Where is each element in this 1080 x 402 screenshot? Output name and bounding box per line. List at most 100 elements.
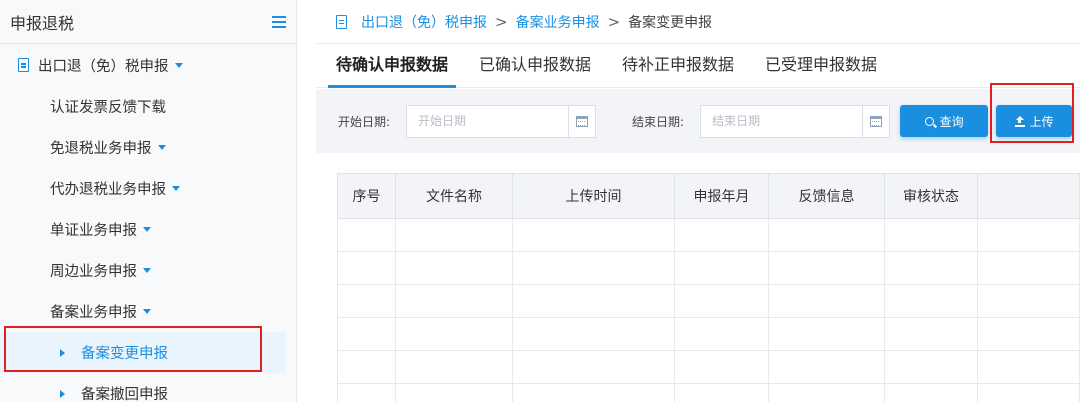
sidebar-item-filing-business[interactable]: 备案业务申报 bbox=[0, 291, 296, 332]
table-cell bbox=[337, 251, 396, 285]
table-cell bbox=[395, 317, 513, 351]
table-cell bbox=[884, 350, 978, 384]
table-cell bbox=[395, 218, 513, 252]
table-cell bbox=[977, 317, 1080, 351]
sidebar-item-label: 代办退税业务申报 bbox=[50, 182, 166, 198]
tab-bar: 待确认申报数据 已确认申报数据 待补正申报数据 已受理申报数据 bbox=[316, 44, 1080, 88]
table-cell bbox=[768, 218, 885, 252]
table-cell bbox=[512, 218, 675, 252]
table-cell bbox=[884, 284, 978, 318]
breadcrumb-separator: > bbox=[495, 12, 508, 31]
table-cell bbox=[977, 284, 1080, 318]
sidebar-item-exempt-refund[interactable]: 免退税业务申报 bbox=[0, 127, 296, 168]
main-content: 出口退（免）税申报 > 备案业务申报 > 备案变更申报 待确认申报数据 已确认申… bbox=[316, 0, 1080, 402]
calendar-icon[interactable] bbox=[568, 105, 595, 137]
sidebar-item-agent-refund[interactable]: 代办退税业务申报 bbox=[0, 168, 296, 209]
caret-down-icon bbox=[172, 186, 180, 191]
table-cell bbox=[512, 284, 675, 318]
data-table-wrapper: 序号 文件名称 上传时间 申报年月 反馈信息 审核状态 bbox=[337, 173, 1080, 402]
search-icon bbox=[924, 116, 934, 126]
table-cell bbox=[977, 251, 1080, 285]
caret-down-icon bbox=[143, 227, 151, 232]
table-cell bbox=[674, 350, 769, 384]
sidebar-item-label: 单证业务申报 bbox=[50, 223, 137, 239]
sidebar-item-peripheral-business[interactable]: 周边业务申报 bbox=[0, 250, 296, 291]
table-cell bbox=[674, 317, 769, 351]
sidebar-item-label: 备案业务申报 bbox=[50, 305, 137, 321]
tab-accepted[interactable]: 已受理申报数据 bbox=[763, 51, 879, 87]
table-cell bbox=[884, 218, 978, 252]
upload-icon bbox=[1014, 115, 1025, 127]
sidebar-item-label: 免退税业务申报 bbox=[50, 141, 152, 157]
caret-down-icon bbox=[157, 145, 166, 150]
sidebar-item-label: 认证发票反馈下载 bbox=[50, 100, 166, 116]
table-cell bbox=[768, 350, 885, 384]
table-cell bbox=[337, 218, 396, 252]
table-row bbox=[337, 218, 1080, 252]
sidebar-item-cert-invoice-download[interactable]: 认证发票反馈下载 bbox=[0, 86, 296, 127]
table-cell bbox=[884, 251, 978, 285]
table-body bbox=[337, 218, 1080, 402]
sidebar-subitem-label: 备案变更申报 bbox=[81, 346, 168, 362]
sidebar-header: 申报退税 bbox=[0, 0, 296, 44]
caret-down-icon bbox=[143, 309, 151, 314]
table-cell bbox=[977, 383, 1080, 402]
breadcrumb-current: 备案变更申报 bbox=[628, 14, 713, 31]
sidebar-item-document-business[interactable]: 单证业务申报 bbox=[0, 209, 296, 250]
table-row bbox=[337, 350, 1080, 384]
triangle-right-icon bbox=[60, 348, 65, 357]
calendar-icon[interactable] bbox=[862, 105, 889, 137]
search-button[interactable]: 查询 bbox=[900, 105, 989, 137]
sidebar-title: 申报退税 bbox=[10, 13, 75, 33]
document-icon bbox=[18, 58, 29, 72]
upload-button[interactable]: 上传 bbox=[996, 105, 1073, 137]
table-cell bbox=[337, 284, 396, 318]
table-cell bbox=[674, 383, 769, 402]
column-header-feedback: 反馈信息 bbox=[768, 173, 885, 219]
table-cell bbox=[884, 383, 978, 402]
column-header-declare-month: 申报年月 bbox=[674, 173, 769, 219]
table-cell bbox=[512, 251, 675, 285]
sidebar-subitem-filing-change[interactable]: 备案变更申报 bbox=[0, 332, 286, 373]
sidebar-item-export-tax-declaration[interactable]: 出口退（免）税申报 bbox=[0, 44, 296, 86]
sidebar-root-label: 出口退（免）税申报 bbox=[38, 58, 169, 75]
table-cell bbox=[395, 284, 513, 318]
table-cell bbox=[337, 350, 396, 384]
filter-bar: 开始日期: 结束日期: 查询 上传 bbox=[316, 89, 1080, 153]
table-cell bbox=[512, 383, 675, 402]
column-header-index: 序号 bbox=[337, 173, 396, 219]
table-cell bbox=[768, 251, 885, 285]
table-cell bbox=[768, 317, 885, 351]
data-table: 序号 文件名称 上传时间 申报年月 反馈信息 审核状态 bbox=[337, 173, 1080, 402]
column-header-review-status: 审核状态 bbox=[884, 173, 978, 219]
table-cell bbox=[674, 251, 769, 285]
end-date-field bbox=[700, 104, 891, 138]
table-row bbox=[337, 317, 1080, 351]
start-date-input[interactable] bbox=[407, 105, 569, 137]
sidebar-subitem-filing-withdraw[interactable]: 备案撤回申报 bbox=[0, 373, 296, 402]
table-cell bbox=[674, 218, 769, 252]
breadcrumb-link-filing-business[interactable]: 备案业务申报 bbox=[516, 12, 600, 32]
table-row bbox=[337, 284, 1080, 318]
tab-confirmed[interactable]: 已确认申报数据 bbox=[477, 51, 593, 87]
end-date-input[interactable] bbox=[701, 105, 863, 137]
tab-pending-correction[interactable]: 待补正申报数据 bbox=[620, 51, 736, 87]
breadcrumb: 出口退（免）税申报 > 备案业务申报 > 备案变更申报 bbox=[316, 0, 1080, 44]
document-icon bbox=[336, 14, 347, 29]
end-date-label: 结束日期: bbox=[632, 114, 685, 129]
start-date-field bbox=[406, 104, 597, 138]
upload-button-label: 上传 bbox=[1029, 114, 1054, 129]
menu-toggle-icon[interactable] bbox=[272, 15, 286, 28]
table-cell bbox=[337, 383, 396, 402]
sidebar: 申报退税 出口退（免）税申报 认证发票反馈下载 免退税业务申报 代办退税业务申报… bbox=[0, 0, 297, 402]
table-row bbox=[337, 383, 1080, 402]
table-cell bbox=[674, 284, 769, 318]
tab-pending-confirm[interactable]: 待确认申报数据 bbox=[327, 51, 457, 88]
breadcrumb-link-export-tax[interactable]: 出口退（免）税申报 bbox=[361, 12, 487, 32]
column-header-upload-time: 上传时间 bbox=[512, 173, 675, 219]
table-cell bbox=[395, 383, 513, 402]
search-button-label: 查询 bbox=[939, 114, 964, 129]
table-row bbox=[337, 251, 1080, 285]
table-cell bbox=[512, 317, 675, 351]
caret-down-icon bbox=[143, 268, 151, 273]
